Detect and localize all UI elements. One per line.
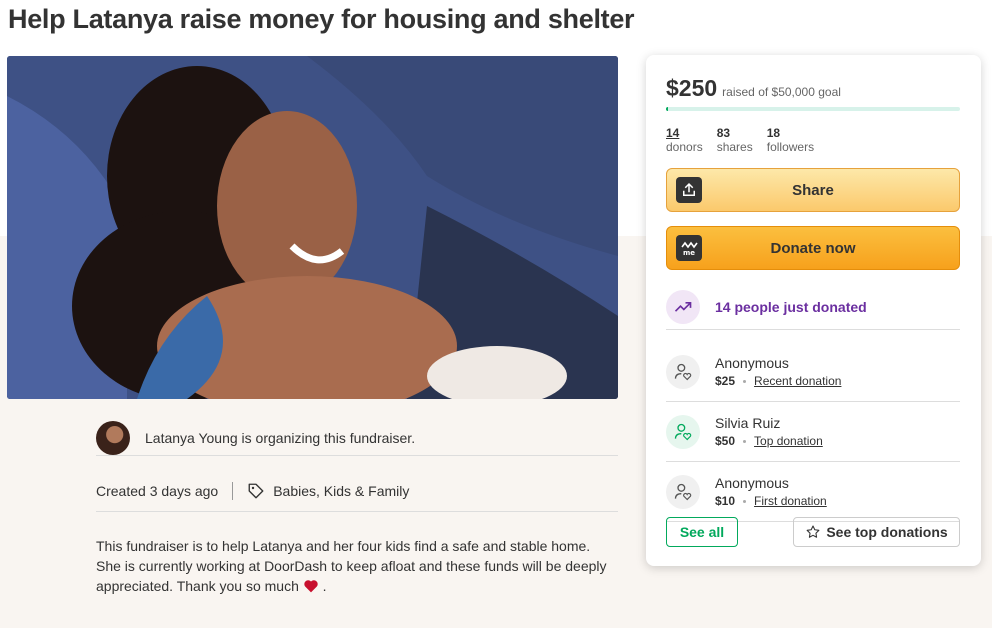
donor-name: Silvia Ruiz (715, 415, 781, 431)
stat-donors[interactable]: 14 donors (666, 126, 703, 154)
share-label: Share (792, 181, 834, 199)
stat-shares: 83 shares (717, 126, 753, 154)
stat-label: donors (666, 140, 703, 154)
see-all-button[interactable]: See all (666, 517, 738, 547)
organizer-row: Latanya Young is organizing this fundrai… (96, 420, 618, 456)
page-title: Help Latanya raise money for housing and… (8, 4, 635, 34)
trend-text: 14 people just donated (715, 298, 867, 315)
separator-dot (743, 439, 747, 443)
donation-amount: $10 (715, 494, 736, 508)
donation-sidebar-card: $250 raised of $50,000 goal 14 donors 83… (646, 55, 981, 566)
created-date: Created 3 days ago (96, 482, 219, 499)
raised-amount: $250 (666, 75, 718, 101)
stat-number: 14 (666, 126, 680, 140)
campaign-description: This fundraiser is to help Latanya and h… (96, 536, 618, 596)
stat-label: followers (766, 140, 815, 154)
donor-name: Anonymous (715, 475, 789, 491)
see-top-donations-button[interactable]: See top donations (793, 517, 960, 547)
donation-item: Anonymous $25 Recent donation (666, 342, 960, 402)
donation-tag-link[interactable]: Top donation (754, 434, 823, 448)
donate-label: Donate now (770, 239, 856, 257)
raised-goal: raised of $50,000 goal (722, 85, 841, 99)
meta-divider (232, 481, 234, 500)
progress-fill (666, 107, 669, 111)
donation-item: Silvia Ruiz $50 Top donation (666, 402, 960, 462)
donation-tag-link[interactable]: First donation (754, 494, 827, 508)
donation-tag-link[interactable]: Recent donation (754, 374, 841, 388)
heart-icon (303, 578, 323, 594)
donor-name: Anonymous (715, 355, 789, 371)
star-icon (805, 524, 821, 540)
recent-activity: 14 people just donated (666, 284, 960, 330)
donor-heart-icon (666, 474, 700, 509)
stat-followers: 18 followers (767, 126, 814, 154)
tag-icon (247, 482, 265, 500)
campaign-stats: 14 donors 83 shares 18 followers (666, 126, 814, 154)
donate-button[interactable]: me Donate now (666, 226, 960, 270)
donation-amount: $25 (715, 374, 736, 388)
see-top-label: See top donations (826, 524, 948, 540)
separator-dot (743, 379, 747, 383)
stat-label: shares (716, 140, 753, 154)
description-text: This fundraiser is to help Latanya and h… (96, 538, 607, 594)
donor-heart-icon (666, 414, 700, 449)
separator-dot (743, 499, 747, 503)
stat-number: 18 (766, 126, 781, 140)
donation-amount: $50 (715, 434, 736, 448)
donation-item: Anonymous $10 First donation (666, 462, 960, 522)
progress-bar (666, 107, 960, 111)
donor-heart-icon (666, 354, 700, 389)
amount-raised: $250 raised of $50,000 goal (666, 75, 841, 102)
organizer-text: Latanya Young is organizing this fundrai… (145, 429, 416, 446)
description-end: . (322, 578, 327, 594)
share-icon (676, 177, 702, 203)
campaign-hero-image (7, 56, 618, 399)
category-link[interactable]: Babies, Kids & Family (273, 483, 409, 499)
campaign-meta: Created 3 days ago Babies, Kids & Family (96, 470, 618, 512)
organizer-avatar[interactable] (96, 420, 130, 455)
gofundme-logo-icon: me (676, 235, 702, 261)
share-button[interactable]: Share (666, 168, 960, 212)
stat-number: 83 (716, 126, 731, 140)
svg-text:me: me (683, 249, 695, 257)
trending-up-icon (666, 289, 700, 324)
